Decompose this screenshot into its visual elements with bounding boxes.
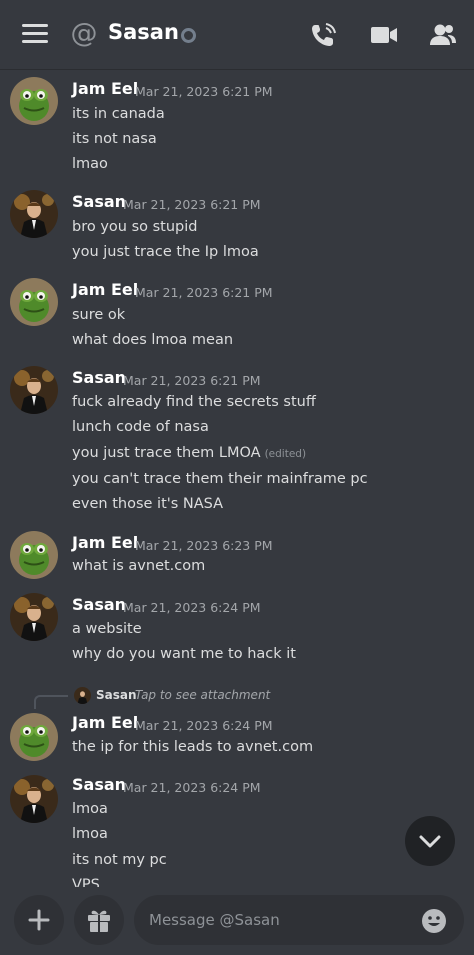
reply-connector — [34, 695, 68, 709]
reply-author: Sasan — [96, 688, 137, 702]
message-group: Sasan Mar 21, 2023 6:21 PM bro you so st… — [0, 188, 474, 268]
avatar[interactable] — [10, 713, 58, 761]
message-timestamp: Mar 21, 2023 6:24 PM — [135, 718, 273, 733]
reply-attachment-hint[interactable]: Tap to see attachment — [135, 688, 270, 702]
emoji-icon[interactable] — [421, 908, 447, 934]
message-text[interactable]: its not my pc — [72, 852, 167, 868]
message-list[interactable]: Jam Eel Mar 21, 2023 6:21 PM its in cana… — [0, 71, 474, 887]
message-text[interactable]: a website — [72, 621, 142, 637]
message-text[interactable]: the ip for this leads to avnet.com — [72, 739, 313, 755]
message-text[interactable]: you can't trace them their mainframe pc — [72, 471, 368, 487]
offline-status-icon — [181, 28, 196, 43]
video-camera-icon[interactable] — [369, 21, 399, 49]
members-icon[interactable] — [428, 21, 458, 49]
message-text[interactable]: what does lmoa mean — [72, 332, 233, 348]
channel-title[interactable]: Sasan — [108, 20, 179, 44]
message-group: Jam Eel Mar 21, 2023 6:21 PM its in cana… — [0, 75, 474, 183]
message-text[interactable]: its not nasa — [72, 131, 157, 147]
kermit-avatar-image — [10, 713, 58, 761]
message-text[interactable]: what is avnet.com — [72, 558, 205, 574]
gatsby-avatar-image — [10, 366, 58, 414]
message-group: Jam Eel Mar 21, 2023 6:23 PM what is avn… — [0, 529, 474, 584]
avatar[interactable] — [10, 190, 58, 238]
at-sign-icon: @ — [70, 18, 98, 49]
message-author[interactable]: Jam Eel — [72, 533, 138, 552]
gatsby-avatar-image — [74, 687, 91, 704]
message-text[interactable]: even those it's NASA — [72, 496, 223, 512]
message-text[interactable]: bro you so stupid — [72, 219, 197, 235]
message-author[interactable]: Sasan — [72, 775, 126, 794]
message-text[interactable]: VPS — [72, 877, 100, 887]
gatsby-avatar-image — [10, 593, 58, 641]
avatar[interactable] — [10, 775, 58, 823]
avatar[interactable] — [10, 531, 58, 579]
message-text[interactable]: you just trace the Ip lmoa — [72, 244, 259, 260]
message-text[interactable]: lmoa — [72, 826, 108, 842]
avatar[interactable] — [10, 77, 58, 125]
message-timestamp: Mar 21, 2023 6:21 PM — [135, 285, 273, 300]
reply-reference[interactable]: Sasan Tap to see attachment — [34, 685, 314, 709]
message-text[interactable]: its in canada — [72, 106, 165, 122]
gift-icon — [88, 910, 110, 932]
message-group: Sasan Mar 21, 2023 6:24 PM lmoa lmoa its… — [0, 773, 474, 887]
gatsby-avatar-image — [10, 775, 58, 823]
gatsby-avatar-image — [10, 190, 58, 238]
message-group: Sasan Mar 21, 2023 6:24 PM a website why… — [0, 591, 474, 671]
message-timestamp: Mar 21, 2023 6:23 PM — [135, 538, 273, 553]
message-author[interactable]: Sasan — [72, 192, 126, 211]
plus-icon — [28, 909, 50, 931]
chevron-down-icon — [419, 835, 441, 848]
message-author[interactable]: Sasan — [72, 368, 126, 387]
edited-label: (edited) — [264, 448, 307, 460]
scroll-to-bottom-button[interactable] — [405, 816, 455, 866]
kermit-avatar-image — [10, 77, 58, 125]
top-bar: @ Sasan — [0, 0, 474, 70]
message-author[interactable]: Jam Eel — [72, 280, 138, 299]
message-composer — [0, 887, 474, 955]
message-text[interactable]: lunch code of nasa — [72, 419, 209, 435]
avatar[interactable] — [10, 366, 58, 414]
kermit-avatar-image — [10, 278, 58, 326]
avatar[interactable] — [10, 593, 58, 641]
kermit-avatar-image — [10, 531, 58, 579]
message-author[interactable]: Jam Eel — [72, 713, 138, 732]
gift-button[interactable] — [74, 895, 124, 945]
message-group: Jam Eel Mar 21, 2023 6:24 PM the ip for … — [0, 711, 474, 766]
message-text[interactable]: fuck already find the secrets stuff — [72, 394, 316, 410]
avatar[interactable] — [10, 278, 58, 326]
phone-call-icon[interactable] — [309, 21, 339, 49]
message-text[interactable]: sure ok — [72, 307, 125, 323]
message-text[interactable]: lmoa — [72, 801, 108, 817]
message-author[interactable]: Jam Eel — [72, 79, 138, 98]
message-text[interactable]: lmao — [72, 156, 108, 172]
message-timestamp: Mar 21, 2023 6:21 PM — [123, 373, 261, 388]
message-text[interactable]: you just trace them LMOA (edited) — [72, 445, 306, 461]
message-text[interactable]: why do you want me to hack it — [72, 646, 296, 662]
message-timestamp: Mar 21, 2023 6:21 PM — [123, 197, 261, 212]
hamburger-menu-icon[interactable] — [22, 24, 48, 46]
add-attachment-button[interactable] — [14, 895, 64, 945]
message-timestamp: Mar 21, 2023 6:24 PM — [123, 780, 261, 795]
message-input[interactable] — [134, 895, 464, 945]
message-author[interactable]: Sasan — [72, 595, 126, 614]
message-group: Sasan Mar 21, 2023 6:21 PM fuck already … — [0, 364, 474, 514]
message-timestamp: Mar 21, 2023 6:24 PM — [123, 600, 261, 615]
reply-avatar — [74, 687, 91, 704]
message-text-content: you just trace them LMOA — [72, 445, 261, 461]
message-timestamp: Mar 21, 2023 6:21 PM — [135, 84, 273, 99]
message-group: Jam Eel Mar 21, 2023 6:21 PM sure ok wha… — [0, 276, 474, 356]
